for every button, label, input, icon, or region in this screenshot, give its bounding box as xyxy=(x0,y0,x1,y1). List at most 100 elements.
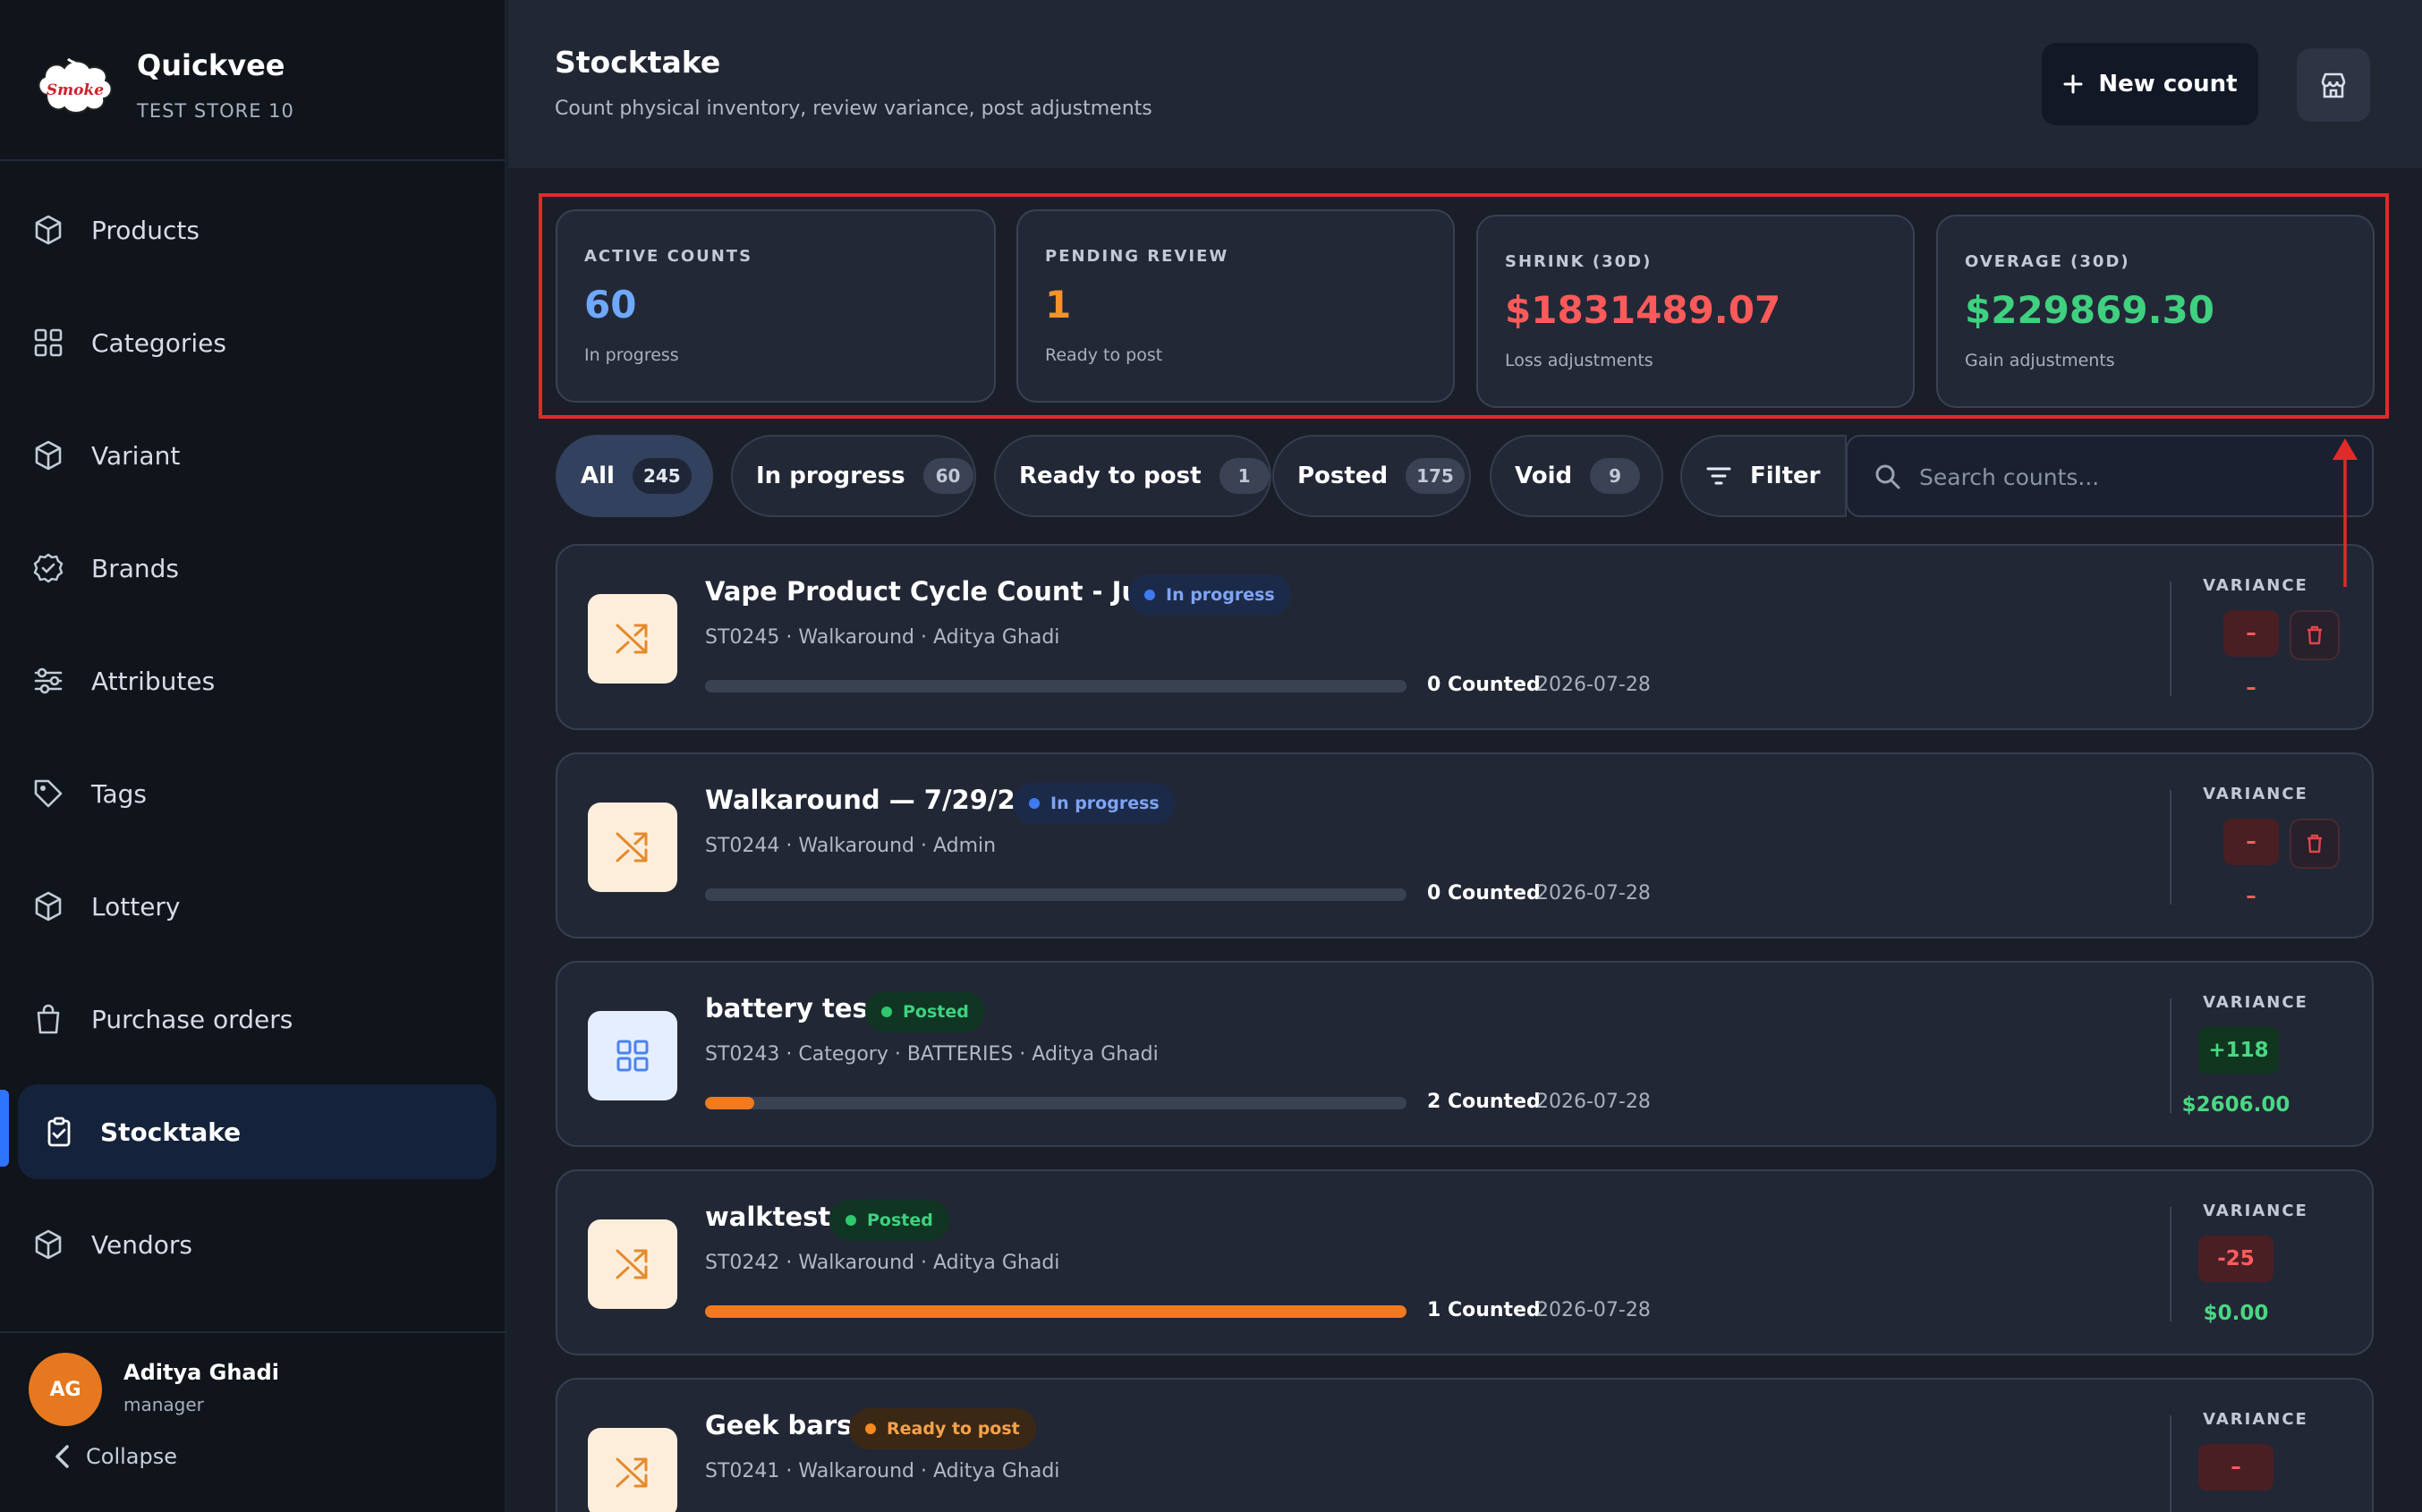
status-dot xyxy=(846,1215,856,1226)
count-title[interactable]: Geek bars xyxy=(705,1410,852,1440)
variance-pill: – xyxy=(2223,610,2279,657)
stat-value: $1831489.07 xyxy=(1505,288,1781,332)
avatar[interactable]: AG xyxy=(29,1353,102,1426)
page-header: Stocktake Count physical inventory, revi… xyxy=(508,0,2422,168)
count-card[interactable]: walktest Posted ST0242 · Walkaround · Adit… xyxy=(556,1169,2374,1355)
filter-chip-posted[interactable]: Posted 175 xyxy=(1272,435,1471,517)
stat-value: 1 xyxy=(1045,283,1072,327)
search-box[interactable] xyxy=(1846,435,2374,517)
sidebar-item-label: Brands xyxy=(91,553,179,583)
sidebar-item-label: Categories xyxy=(91,327,226,358)
stat-label: OVERAGE (30D) xyxy=(1965,252,2130,271)
count-card[interactable]: Walkaround — 7/29/2026 In progress ST0244 … xyxy=(556,752,2374,939)
filter-chip-in-progress[interactable]: In progress 60 xyxy=(731,435,976,517)
sidebar-item-attributes[interactable]: Attributes xyxy=(18,633,497,728)
variance-pill: – xyxy=(2198,1444,2273,1491)
counted-total: 0 Counted xyxy=(1427,674,1541,696)
filter-button[interactable]: Filter xyxy=(1680,435,1847,517)
variance-pill: -25 xyxy=(2198,1236,2273,1282)
filter-chip-all[interactable]: All 245 xyxy=(556,435,713,517)
status-badge: In progress xyxy=(1013,783,1176,824)
sidebar-item-tags[interactable]: Tags xyxy=(18,746,497,841)
stat-caption: Loss adjustments xyxy=(1505,351,1653,370)
variance-amount: – xyxy=(2246,885,2256,908)
trash-icon xyxy=(2307,625,2322,645)
box-icon xyxy=(35,1229,62,1260)
sidebar-item-label: Tags xyxy=(91,778,147,809)
annotation-arrow-icon xyxy=(2333,438,2358,587)
status-text: Posted xyxy=(867,1210,933,1230)
stat-value: $229869.30 xyxy=(1965,288,2214,332)
collapse-button[interactable]: Collapse xyxy=(54,1444,177,1469)
status-text: Posted xyxy=(903,1002,969,1022)
count-card[interactable]: Vape Product Cycle Count - July In progre… xyxy=(556,544,2374,730)
sidebar-item-products[interactable]: Products xyxy=(18,183,497,277)
store-button[interactable] xyxy=(2297,48,2370,122)
sidebar-item-vendors[interactable]: Vendors xyxy=(18,1197,497,1292)
delete-count-button[interactable] xyxy=(2290,610,2340,660)
filter-chip-ready-to-post[interactable]: Ready to post 1 xyxy=(994,435,1271,517)
count-progress-bar xyxy=(705,1097,1406,1109)
status-dot xyxy=(865,1423,876,1434)
sidebar-item-brands[interactable]: Brands xyxy=(18,521,497,616)
variance-amount: $0.00 xyxy=(2203,1302,2269,1325)
variance-pill: +118 xyxy=(2198,1027,2279,1074)
status-badge: In progress xyxy=(1128,574,1291,616)
sidebar: Smoke Quickvee TEST STORE 10 Products Cat… xyxy=(0,0,506,1512)
chevron-left-icon xyxy=(55,1445,69,1468)
chip-label: Ready to post xyxy=(1019,463,1202,489)
count-type-tile xyxy=(588,803,677,892)
count-title[interactable]: Vape Product Cycle Count - July xyxy=(705,576,1166,607)
stat-label: PENDING REVIEW xyxy=(1045,247,1229,266)
chip-label: In progress xyxy=(756,463,905,489)
stat-label: ACTIVE COUNTS xyxy=(584,247,753,266)
sidebar-item-lottery[interactable]: Lottery xyxy=(18,859,497,954)
progress-fill xyxy=(705,1097,754,1109)
count-date: 2026-07-28 xyxy=(1536,1091,1651,1113)
shuffle-icon xyxy=(616,1457,648,1488)
sliders-icon xyxy=(34,667,63,694)
variance-label: VARIANCE xyxy=(2203,1410,2308,1429)
sidebar-item-stocktake[interactable]: Stocktake xyxy=(18,1084,497,1179)
clipboard-check-icon xyxy=(47,1117,71,1147)
page-subtitle: Count physical inventory, review varianc… xyxy=(555,98,1152,120)
counted-total: 2 Counted xyxy=(1427,1091,1541,1113)
search-input[interactable] xyxy=(1919,456,2349,497)
stat-card-active-counts: ACTIVE COUNTS 60 In progress xyxy=(556,209,996,403)
count-card[interactable]: battery test Posted ST0243 · Category · BA… xyxy=(556,961,2374,1147)
stat-value: 60 xyxy=(584,283,637,327)
sidebar-item-label: Purchase orders xyxy=(91,1004,293,1034)
chip-label: All xyxy=(581,463,615,489)
count-title[interactable]: walktest xyxy=(705,1202,830,1232)
shopping-bag-icon xyxy=(37,1004,60,1034)
trash-icon xyxy=(2307,834,2322,854)
chip-label: Posted xyxy=(1297,463,1389,489)
status-text: In progress xyxy=(1166,585,1275,605)
box-icon xyxy=(35,891,62,922)
filter-chip-void[interactable]: Void 9 xyxy=(1490,435,1663,517)
chip-count: 175 xyxy=(1406,458,1465,494)
grid-icon xyxy=(616,1040,649,1072)
sidebar-item-purchase-orders[interactable]: Purchase orders xyxy=(18,972,497,1066)
chip-count: 9 xyxy=(1590,458,1641,494)
stat-card-pending-review: PENDING REVIEW 1 Ready to post xyxy=(1016,209,1455,403)
status-badge: Posted xyxy=(829,1200,949,1241)
count-meta: ST0244 · Walkaround · Admin xyxy=(705,835,997,857)
sidebar-item-categories[interactable]: Categories xyxy=(18,295,497,390)
count-title[interactable]: battery test xyxy=(705,993,880,1024)
sidebar-item-label: Vendors xyxy=(91,1229,192,1260)
new-count-button[interactable]: New count xyxy=(2042,43,2258,125)
shuffle-icon xyxy=(616,832,648,862)
shuffle-icon xyxy=(616,624,648,654)
sidebar-item-variant[interactable]: Variant xyxy=(18,408,497,503)
user-role: manager xyxy=(123,1394,204,1415)
variance-amount: – xyxy=(2246,676,2256,700)
delete-count-button[interactable] xyxy=(2290,819,2340,869)
status-dot xyxy=(1144,590,1155,600)
count-card[interactable]: Geek bars Ready to post ST0241 · Walkaroun… xyxy=(556,1378,2374,1512)
filter-label: Filter xyxy=(1750,463,1821,489)
variance-label: VARIANCE xyxy=(2203,1202,2308,1220)
stat-caption: Gain adjustments xyxy=(1965,351,2115,370)
box-icon xyxy=(35,440,62,471)
sidebar-item-label: Variant xyxy=(91,440,181,471)
